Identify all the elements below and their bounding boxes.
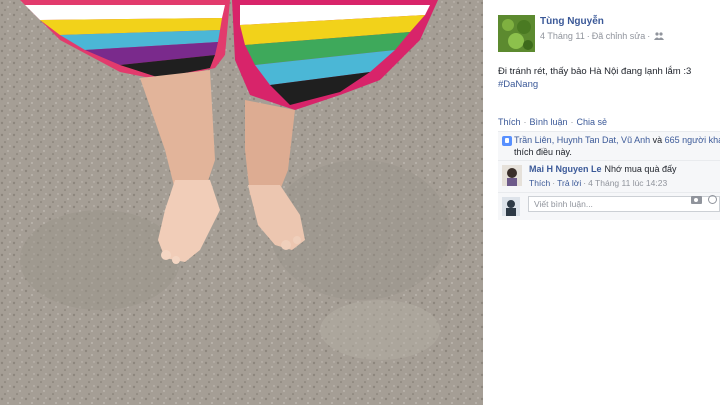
write-comment-row: Viết bình luận...	[498, 192, 720, 220]
post-date[interactable]: 4 Tháng 11	[540, 31, 585, 41]
post-header: Tùng Nguyễn 4 Tháng 11 · Đã chỉnh sửa ·	[498, 15, 720, 55]
post-meta: 4 Tháng 11 · Đã chỉnh sửa ·	[540, 31, 665, 41]
likes-and: và	[650, 135, 665, 145]
post-actions: Thích · Bình luận · Chia sẻ	[498, 117, 608, 127]
comment-button[interactable]: Bình luận	[530, 117, 568, 127]
share-button[interactable]: Chia sẻ	[577, 117, 608, 127]
comment-item: Mai H Nguyen Le Nhớ mua quà đấy Thích · Trả…	[498, 160, 720, 192]
likes-summary: Trần Liên, Huynh Tan Dat, Vũ Anh và 665 …	[498, 131, 720, 160]
others-link[interactable]: 665 người khác	[665, 135, 720, 145]
comment-reply-button[interactable]: Trả lời	[557, 178, 581, 188]
comment-text: Nhớ mua quà đấy	[604, 164, 677, 174]
post-panel: Tùng Nguyễn 4 Tháng 11 · Đã chỉnh sửa · Đi …	[483, 0, 720, 405]
viewer-avatar	[502, 197, 520, 216]
author-name[interactable]: Tùng Nguyễn	[540, 16, 604, 27]
emoji-icon[interactable]	[708, 195, 717, 204]
like-button[interactable]: Thích	[498, 117, 521, 127]
edited-label[interactable]: Đã chỉnh sửa	[592, 31, 646, 41]
beach-feet-photo	[0, 0, 483, 405]
camera-icon[interactable]	[691, 196, 702, 204]
friends-icon[interactable]	[654, 32, 665, 40]
comment-like-button[interactable]: Thích	[529, 178, 550, 188]
comment-time[interactable]: 4 Tháng 11 lúc 14:23	[588, 178, 667, 188]
post-text: Đi tránh rét, thấy bảo Hà Nội đang lạnh …	[498, 66, 692, 77]
commenter-avatar[interactable]	[502, 165, 522, 186]
thumbs-up-icon	[502, 136, 512, 146]
likes-suffix: thích điều này.	[514, 147, 572, 157]
commenter-name[interactable]: Mai H Nguyen Le	[529, 164, 602, 174]
likers-names[interactable]: Trần Liên, Huynh Tan Dat, Vũ Anh	[514, 135, 650, 145]
post-photo[interactable]	[0, 0, 483, 405]
author-avatar[interactable]	[498, 15, 535, 52]
hashtag-link[interactable]: #DaNang	[498, 79, 538, 90]
